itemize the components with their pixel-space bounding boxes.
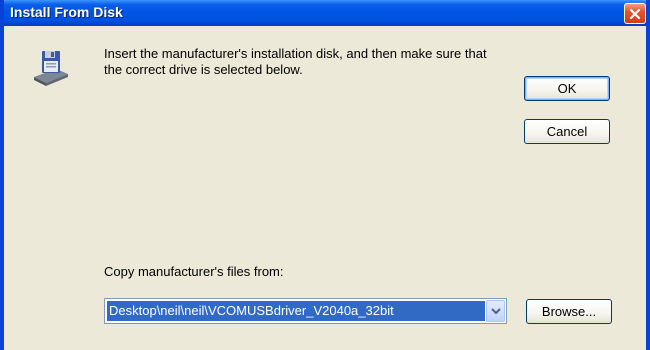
browse-button[interactable]: Browse... bbox=[526, 299, 612, 324]
copy-from-combobox[interactable]: Desktop\neil\neil\VCOMUSBdriver_V2040a_3… bbox=[104, 298, 507, 324]
window-title: Install From Disk bbox=[10, 4, 123, 20]
close-button[interactable] bbox=[624, 3, 646, 24]
chevron-down-icon bbox=[490, 307, 501, 314]
close-icon bbox=[629, 8, 641, 19]
copy-from-label: Copy manufacturer's files from: bbox=[104, 264, 284, 279]
install-from-disk-dialog: Install From Disk Insert the manufacture… bbox=[0, 0, 650, 350]
title-bar[interactable]: Install From Disk bbox=[4, 0, 646, 26]
install-disk-icon bbox=[34, 51, 68, 86]
copy-from-path[interactable]: Desktop\neil\neil\VCOMUSBdriver_V2040a_3… bbox=[107, 301, 485, 321]
cancel-button[interactable]: Cancel bbox=[524, 119, 610, 144]
dropdown-button[interactable] bbox=[486, 300, 505, 322]
instruction-text: Insert the manufacturer's installation d… bbox=[104, 46, 487, 77]
ok-button[interactable]: OK bbox=[524, 76, 610, 101]
